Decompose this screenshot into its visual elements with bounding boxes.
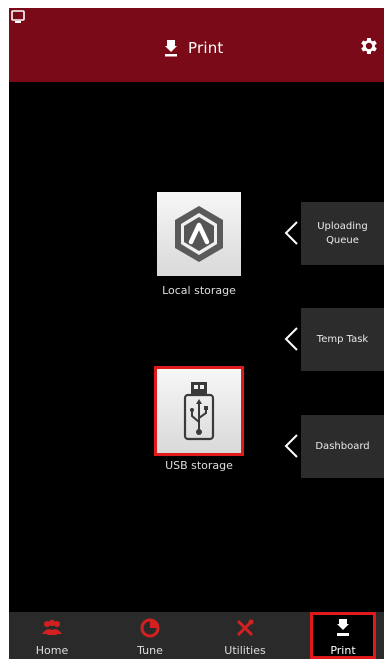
dashboard-label: Dashboard bbox=[315, 440, 370, 452]
nav-utilities-label: Utilities bbox=[224, 644, 266, 657]
nav-utilities[interactable]: Utilities bbox=[212, 612, 278, 659]
temp-task-button[interactable]: Temp Task bbox=[301, 308, 384, 371]
uploading-queue-label: Uploading Queue bbox=[317, 220, 368, 246]
nav-home[interactable]: Home bbox=[19, 612, 85, 659]
chevron-left-icon[interactable] bbox=[283, 326, 299, 352]
print-nozzle-icon bbox=[337, 619, 349, 636]
chevron-left-icon[interactable] bbox=[283, 433, 299, 459]
tools-icon bbox=[236, 619, 254, 637]
device-monitor-icon bbox=[11, 10, 25, 23]
local-storage-label: Local storage bbox=[162, 284, 236, 297]
nav-home-label: Home bbox=[35, 644, 69, 657]
hexagon-logo-icon bbox=[175, 206, 223, 262]
temp-task-label: Temp Task bbox=[316, 333, 369, 345]
dashboard-button[interactable]: Dashboard bbox=[301, 415, 384, 478]
people-icon bbox=[42, 619, 62, 635]
gear-icon[interactable] bbox=[358, 35, 380, 57]
usb-storage-button[interactable] bbox=[154, 366, 244, 456]
page-title-group: Print bbox=[164, 36, 224, 60]
nav-tune[interactable]: Tune bbox=[117, 612, 183, 659]
nav-tune-label: Tune bbox=[137, 644, 163, 657]
nav-print[interactable]: Print bbox=[310, 612, 376, 659]
nav-print-label: Print bbox=[330, 644, 356, 657]
page-title: Print bbox=[188, 39, 224, 57]
bottom-nav: Home Tune Utilities Print bbox=[9, 612, 384, 659]
usb-drive-icon bbox=[183, 382, 215, 441]
pie-chart-icon bbox=[140, 618, 160, 638]
print-screen: Print Local storage USB storage Uploadin… bbox=[9, 8, 384, 659]
usb-storage-label: USB storage bbox=[165, 459, 233, 472]
print-nozzle-icon bbox=[165, 40, 177, 57]
uploading-queue-button[interactable]: Uploading Queue bbox=[301, 202, 384, 265]
chevron-left-icon[interactable] bbox=[283, 220, 299, 246]
local-storage-button[interactable] bbox=[157, 192, 241, 276]
header-bar: Print bbox=[9, 8, 384, 82]
